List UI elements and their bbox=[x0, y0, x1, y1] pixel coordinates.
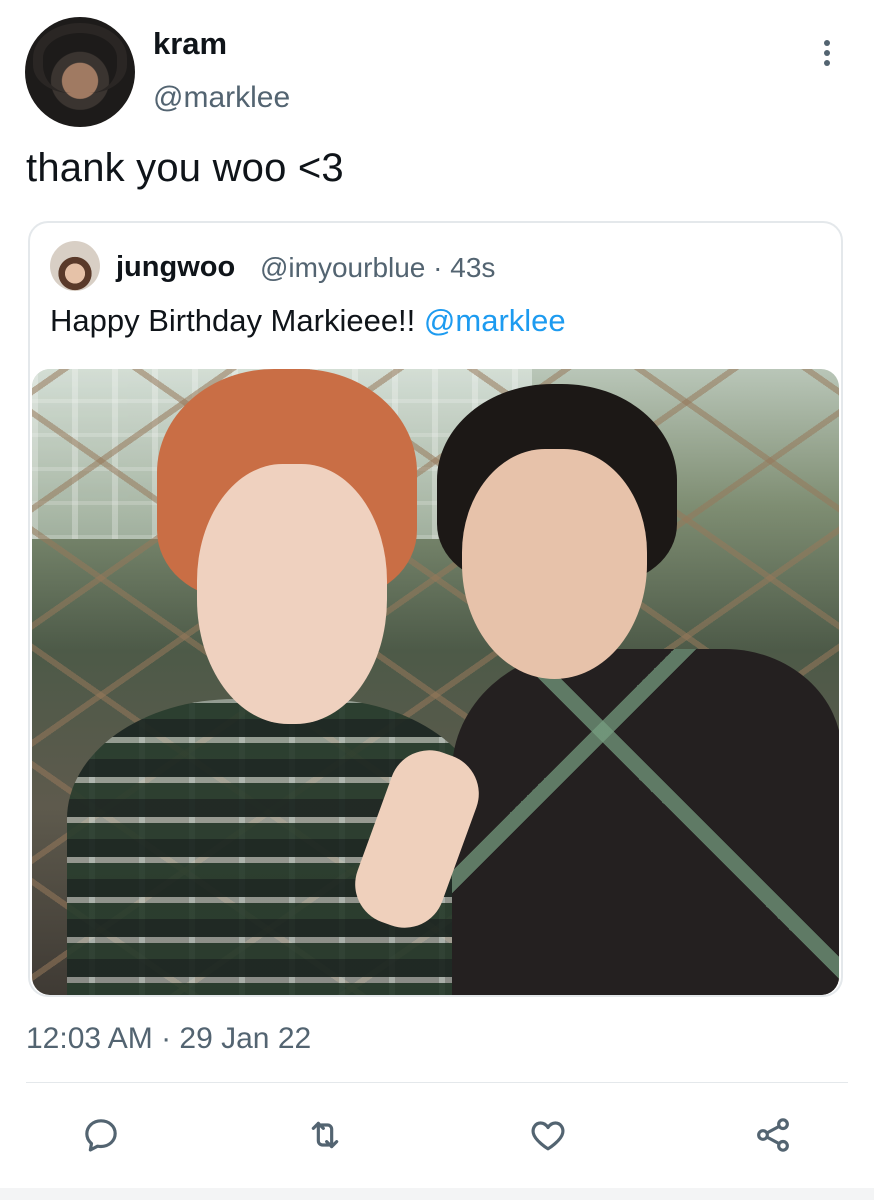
tweet-text: thank you woo <3 bbox=[26, 146, 344, 190]
quoted-tweet-mention-link[interactable]: @marklee bbox=[424, 303, 566, 338]
author-avatar[interactable] bbox=[25, 17, 135, 127]
photo-person-left-face bbox=[197, 464, 387, 724]
quoted-author-display-name: jungwoo bbox=[116, 251, 236, 283]
like-icon bbox=[531, 1121, 565, 1151]
avatar-hood-shape bbox=[33, 23, 127, 93]
quoted-tweet-body: Happy Birthday Markieee!! bbox=[50, 303, 424, 338]
actions-divider bbox=[26, 1082, 848, 1083]
bottom-edge-divider bbox=[0, 1188, 874, 1200]
author-handle[interactable]: @marklee bbox=[153, 81, 290, 115]
quoted-tweet-text: Happy Birthday Markieee!! @marklee bbox=[50, 303, 566, 339]
retweet-icon bbox=[311, 1121, 339, 1149]
reply-icon bbox=[85, 1119, 117, 1152]
quoted-tweet-photo[interactable] bbox=[32, 369, 839, 995]
quoted-author-avatar[interactable] bbox=[50, 241, 100, 291]
share-icon bbox=[757, 1118, 789, 1152]
share-button[interactable] bbox=[750, 1112, 796, 1158]
quoted-tweet-card[interactable]: jungwoo @imyourblue · 43s Happy Birthday… bbox=[28, 221, 843, 997]
like-button[interactable] bbox=[525, 1112, 571, 1158]
reply-button[interactable] bbox=[78, 1112, 124, 1158]
retweet-button[interactable] bbox=[302, 1112, 348, 1158]
photo-person-right-face bbox=[462, 449, 647, 679]
more-options-icon[interactable] bbox=[812, 38, 842, 68]
author-display-name[interactable]: kram bbox=[153, 26, 227, 62]
photo-person-right-body bbox=[452, 649, 839, 995]
quoted-author-handle: @imyourblue · 43s bbox=[260, 252, 496, 283]
tweet-timestamp[interactable]: 12:03 AM · 29 Jan 22 bbox=[26, 1022, 311, 1056]
